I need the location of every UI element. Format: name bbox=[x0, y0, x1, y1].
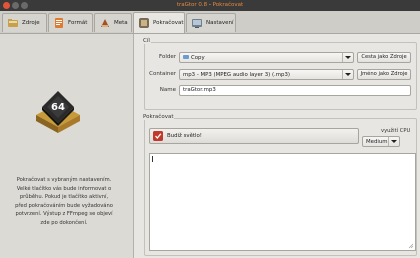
tab-sources-label: Zdroje bbox=[22, 20, 40, 26]
tab-bar: Zdroje Formát Meta Pokračovat Nastavení bbox=[0, 11, 420, 34]
app-name: traGtor 0.8 bbox=[176, 2, 208, 8]
ffmpeg-output-area[interactable] bbox=[149, 153, 416, 251]
name-label: Name bbox=[159, 87, 176, 93]
filename-input[interactable]: traGtor.mp3 bbox=[179, 85, 411, 96]
chevron-down-icon bbox=[388, 137, 399, 146]
chevron-down-icon bbox=[342, 53, 353, 62]
convert-button[interactable]: Budiž světlo! bbox=[149, 128, 359, 144]
text-caret bbox=[152, 156, 153, 162]
convert-label: Budiž světlo! bbox=[167, 133, 202, 139]
folder-value-text: Copy bbox=[191, 54, 205, 61]
container-label: Container bbox=[149, 71, 176, 77]
proceed-icon bbox=[138, 17, 150, 29]
cpu-usage-select[interactable]: Medium bbox=[362, 136, 400, 147]
tab-meta[interactable]: Meta bbox=[94, 13, 132, 32]
window-title: traGtor 0.8 - Pokračovat bbox=[0, 2, 420, 8]
main-window: Zdroje Formát Meta Pokračovat Nastavení bbox=[0, 11, 420, 258]
tab-proceed-label: Pokračovat bbox=[153, 20, 184, 26]
proceed-panel: Cíl Folder Copy Cesta jako Zdroje Contai… bbox=[133, 34, 420, 258]
chip-label: 64 bbox=[51, 102, 65, 113]
tab-format[interactable]: Formát bbox=[48, 13, 93, 32]
tab-format-label: Formát bbox=[68, 20, 88, 26]
chevron-down-icon bbox=[342, 70, 353, 79]
tab-meta-label: Meta bbox=[114, 20, 128, 26]
tab-proceed[interactable]: Pokračovat bbox=[133, 12, 185, 33]
container-value: mp3 - MP3 (MPEG audio layer 3) (.mp3) bbox=[183, 71, 290, 78]
tab-settings[interactable]: Nastavení bbox=[186, 13, 236, 32]
folder-value: Copy bbox=[180, 55, 342, 61]
output-section-label: Cíl bbox=[142, 38, 151, 44]
convert-icon bbox=[153, 131, 163, 141]
cpu-usage-value: Medium bbox=[366, 138, 388, 145]
tab-settings-label: Nastavení bbox=[206, 20, 234, 26]
description-text: Pokračovat s vybraným nastavením. Velké … bbox=[15, 177, 113, 226]
name-as-source-button[interactable]: Jméno jako Zdroje bbox=[357, 69, 411, 80]
proceed-section-label: Pokračovat bbox=[142, 114, 175, 120]
tab-sources[interactable]: Zdroje bbox=[2, 13, 47, 32]
source-folder-icon bbox=[7, 17, 19, 29]
container-select[interactable]: mp3 - MP3 (MPEG audio layer 3) (.mp3) bbox=[179, 69, 354, 80]
info-panel: 64 Pokračovat s vybraným nastavením. Vel… bbox=[0, 34, 132, 258]
cpu-usage-label: využití CPU bbox=[381, 128, 411, 134]
view-name: Pokračovat bbox=[212, 2, 244, 8]
resize-grip-icon[interactable] bbox=[408, 243, 414, 249]
meta-icon bbox=[99, 17, 111, 29]
folder-icon bbox=[183, 55, 189, 59]
cpu-chip-icon: 64 bbox=[30, 85, 86, 141]
path-as-source-button[interactable]: Cesta jako Zdroje bbox=[357, 52, 411, 63]
folder-label: Folder bbox=[159, 54, 176, 60]
settings-icon bbox=[191, 17, 203, 29]
folder-select[interactable]: Copy bbox=[179, 52, 354, 63]
format-icon bbox=[53, 17, 65, 29]
